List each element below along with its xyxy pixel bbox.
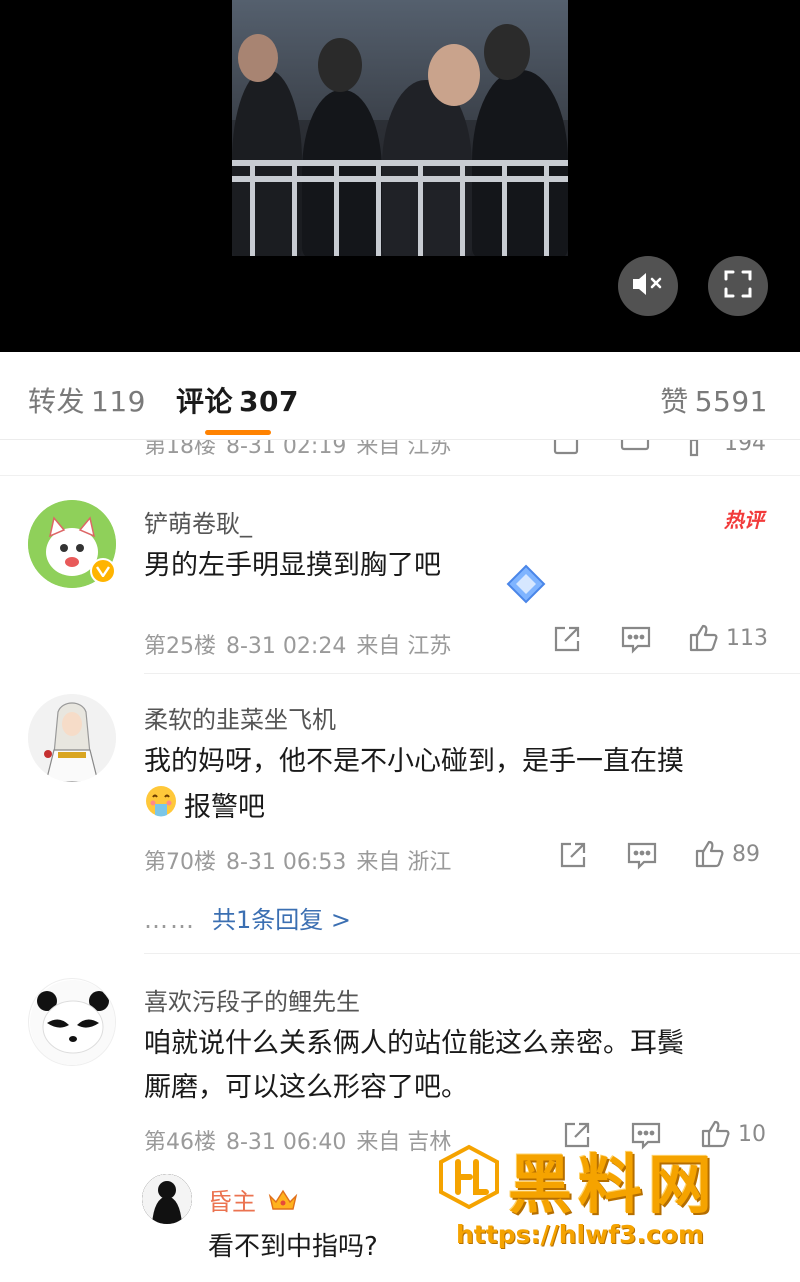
video-player[interactable] [0,0,800,352]
comment-meta: 第25楼 8-31 02:24 来自 江苏 [144,634,452,659]
comment-username[interactable]: 柔软的韭菜坐飞机 [144,700,336,735]
thumbs-up-icon [694,838,726,870]
fullscreen-button[interactable] [708,256,768,316]
active-tab-indicator [205,430,271,435]
hot-comment-badge: 热评 [724,508,764,532]
thumbs-up-icon [688,622,720,654]
fullscreen-icon [723,269,753,303]
share-icon [558,840,588,870]
verified-badge-icon [90,558,116,584]
watermark-url: https://hlwf3.com [456,1220,705,1249]
watermark-title: 黑料网 [508,1149,718,1223]
reply-action[interactable] [626,840,658,870]
reply-username[interactable]: 昏主 [208,1182,298,1218]
tab-repost[interactable]: 转发 119 [28,380,146,420]
watermark: 黑料网 https://hlwf3.com [436,1138,786,1258]
reply-action[interactable] [620,440,650,456]
avatar[interactable] [28,978,116,1066]
tab-bar: 转发 119 评论 307 赞 5591 [0,352,800,440]
like-action[interactable]: 89 [694,838,760,870]
video-frame [232,0,568,256]
vomit-emoji-icon [144,784,178,832]
like-action[interactable]: 194 [688,440,766,458]
comment-meta: 第46楼 8-31 06:40 来自 吉林 [144,1130,452,1155]
comment-text: 我的妈呀，他不是不小心碰到，是手一直在摸 报警吧 [144,740,764,832]
repost-action[interactable] [552,440,580,456]
tab-comments[interactable]: 评论 307 [176,380,299,420]
comment-icon [626,840,658,870]
view-replies-link[interactable]: …… 共1条回复 > [144,900,351,935]
comment-icon [620,440,650,456]
avatar[interactable] [28,694,116,782]
repost-action[interactable] [558,840,588,870]
mute-button[interactable] [618,256,678,316]
comment-meta: 第70楼 8-31 06:53 来自 浙江 [144,850,452,875]
share-icon [552,440,580,456]
comment-item: 柔软的韭菜坐飞机 我的妈呀，他不是不小心碰到，是手一直在摸 报警吧 第70楼 8-… [0,674,800,954]
reply-text: 看不到中指吗? [208,1232,378,1262]
crown-icon [268,1188,298,1218]
comment-username[interactable]: 铲萌卷耿_ [144,504,252,539]
share-icon [552,624,582,654]
speaker-muted-icon [631,270,665,302]
reply-action[interactable] [620,624,652,654]
comment-username[interactable]: 喜欢污段子的鲤先生 [144,982,360,1017]
watermark-logo-icon [436,1144,502,1210]
repost-action[interactable] [552,624,582,654]
tab-likes[interactable]: 赞 5591 [660,380,768,420]
like-action[interactable]: 113 [688,622,768,654]
partial-comment-row: 第18楼 8-31 02:19 来自 江苏 194 [0,440,800,476]
comment-icon [620,624,652,654]
comment-text: 咱就说什么关系俩人的站位能这么亲密。耳鬓 厮磨，可以这么形容了吧。 [144,1028,684,1103]
thumbs-up-icon [688,440,718,458]
comment-meta: 第18楼 8-31 02:19 来自 江苏 [144,440,452,459]
reply-avatar[interactable] [142,1174,192,1224]
comment-item: 铲萌卷耿_ 热评 男的左手明显摸到胸了吧 第25楼 8-31 02:24 来自 江苏… [0,476,800,674]
comment-text: 男的左手明显摸到胸了吧 [144,550,441,581]
diamond-sticker-icon [504,564,548,608]
